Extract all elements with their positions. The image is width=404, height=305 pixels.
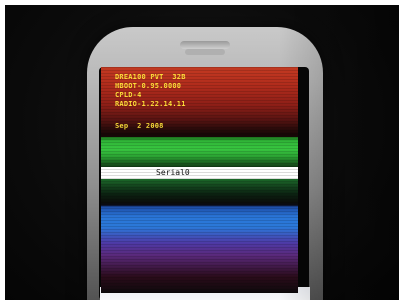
boot-line-cpld: CPLD-4 xyxy=(115,91,142,99)
phone-screen: DREA100 PVT 32B HBOOT-0.95.0000 CPLD-4 R… xyxy=(101,67,298,293)
earpiece-speaker xyxy=(180,41,230,49)
boot-line-radio: RADIO-1.22.14.11 xyxy=(115,100,186,108)
serial-bar xyxy=(101,167,298,178)
boot-line-hboot: HBOOT-0.95.0000 xyxy=(115,82,182,90)
boot-line-device: DREA100 PVT 32B xyxy=(115,73,186,81)
serial-label: Serial0 xyxy=(156,168,190,177)
boot-line-date: Sep 2 2008 xyxy=(115,122,164,130)
brand-logo xyxy=(185,49,225,55)
